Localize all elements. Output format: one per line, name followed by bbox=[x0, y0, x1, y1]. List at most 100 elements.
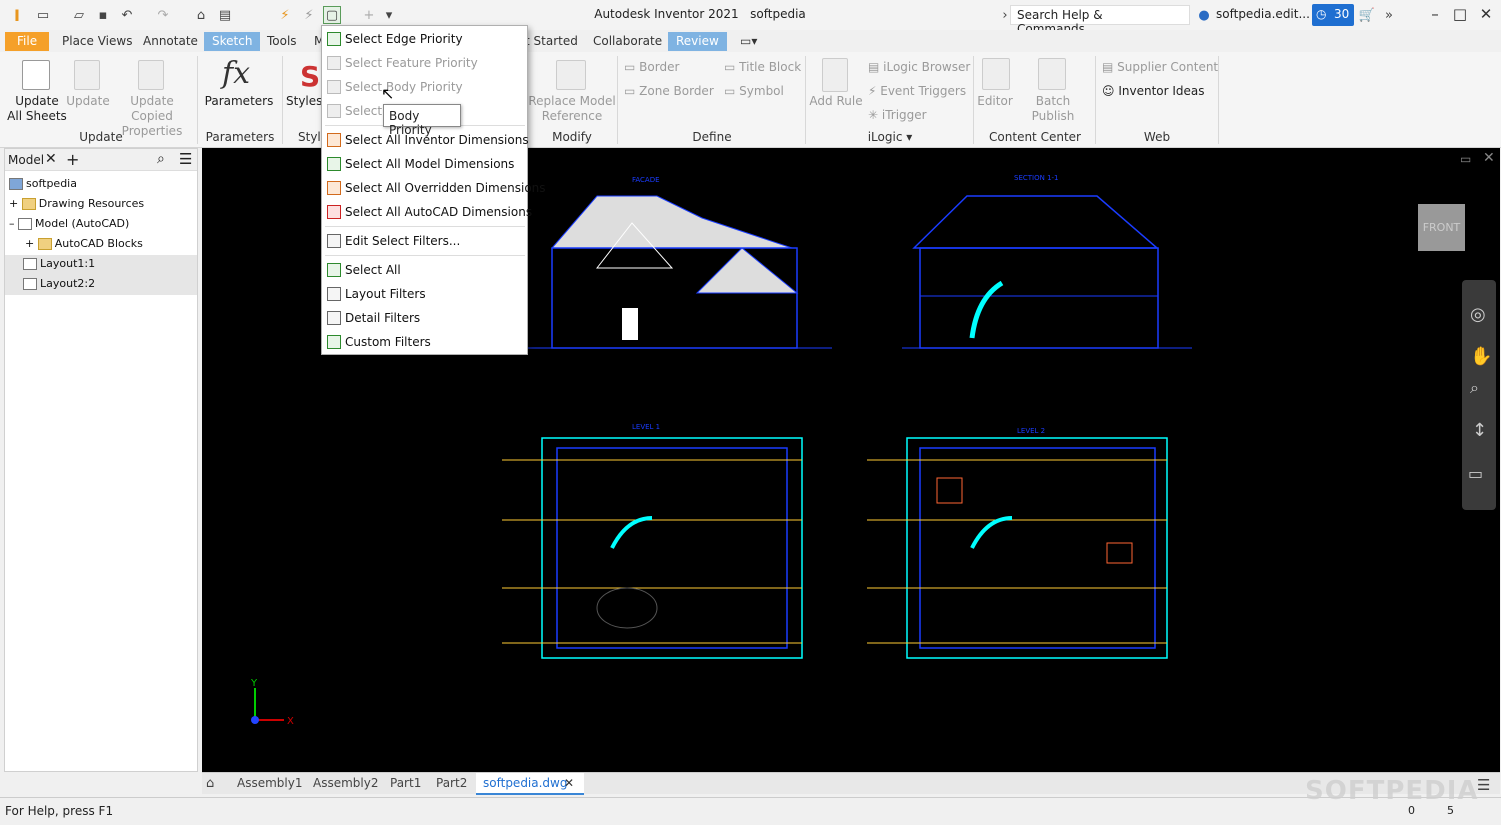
batch-publish-button[interactable]: Batch Publish bbox=[1014, 94, 1092, 124]
tree-item-softpedia[interactable]: softpedia bbox=[9, 177, 77, 190]
parameters-button[interactable]: Parameters bbox=[204, 94, 274, 109]
search-input[interactable]: Search Help & Commands... bbox=[1010, 5, 1190, 36]
itrigger-button[interactable]: ✳ iTrigger bbox=[868, 108, 927, 123]
close-tab-icon[interactable]: ✕ bbox=[564, 776, 574, 790]
title-block-button[interactable]: ▭ Title Block bbox=[724, 60, 801, 75]
new-file-icon[interactable]: ▭ bbox=[34, 6, 52, 24]
update-copied-icon bbox=[138, 60, 164, 90]
undo-icon[interactable]: ↶ bbox=[118, 6, 136, 24]
close-icon[interactable]: ✕ bbox=[45, 151, 57, 167]
menu-item-select-all-overridden-dimensions[interactable]: Select All Overridden Dimensions bbox=[322, 177, 546, 199]
zone-border-button[interactable]: ▭ Zone Border bbox=[624, 84, 714, 99]
inventor-logo-icon[interactable]: I bbox=[8, 6, 26, 25]
restore-view-icon[interactable]: ▭ bbox=[1460, 152, 1471, 166]
open-folder-icon[interactable]: ▱ bbox=[70, 6, 88, 24]
menu-item-layout-filters[interactable]: Layout Filters bbox=[322, 283, 527, 305]
pan-hand-icon[interactable]: ✋ bbox=[1470, 346, 1492, 367]
user-account[interactable]: softpedia.edit... bbox=[1216, 7, 1310, 21]
orbit-icon[interactable]: ↕ bbox=[1472, 420, 1487, 441]
zoom-icon[interactable]: ⌕ bbox=[1470, 378, 1479, 398]
ilogic-browser-button[interactable]: ▤ iLogic Browser bbox=[868, 60, 970, 75]
event-triggers-button[interactable]: ⚡ Event Triggers bbox=[868, 84, 966, 99]
select-filter-icon[interactable]: ▢ bbox=[323, 6, 341, 24]
home-icon[interactable]: ⌂ bbox=[206, 776, 214, 791]
tree-item-layout1[interactable]: Layout1:1 bbox=[5, 255, 197, 275]
tab-get-started[interactable]: t Started bbox=[525, 32, 578, 51]
user-icon[interactable]: ● bbox=[1195, 6, 1213, 24]
menu-item-select-all-model-dimensions[interactable]: Select All Model Dimensions bbox=[322, 153, 527, 175]
tree-item-autocad-blocks[interactable]: + AutoCAD Blocks bbox=[25, 237, 143, 250]
tab-review[interactable]: Review bbox=[668, 32, 727, 51]
filter-icon bbox=[327, 234, 341, 248]
redo-icon[interactable]: ↷ bbox=[154, 6, 172, 24]
add-icon[interactable]: + bbox=[66, 150, 79, 169]
menu-label: Select All AutoCAD Dimensions bbox=[345, 205, 533, 219]
ribbon-display-toggle[interactable]: ▭▾ bbox=[740, 32, 757, 51]
panel-title-ilogic[interactable]: iLogic ▾ bbox=[808, 130, 972, 144]
tab-annotate[interactable]: Annotate bbox=[143, 32, 198, 51]
browser-tab-model[interactable]: Model bbox=[8, 153, 44, 167]
customize-icon[interactable]: ▾ bbox=[380, 6, 398, 24]
close-view-icon[interactable]: ✕ bbox=[1483, 150, 1495, 166]
feature-priority-icon bbox=[327, 56, 341, 70]
doc-tab-part1[interactable]: Part1 bbox=[390, 776, 421, 790]
panel-separator bbox=[1095, 56, 1096, 144]
tree-label: Model (AutoCAD) bbox=[35, 217, 130, 230]
menu-item-select-all[interactable]: Select All bbox=[322, 259, 527, 281]
close-button[interactable]: ✕ bbox=[1476, 5, 1496, 25]
zone-border-icon: ▭ bbox=[624, 84, 640, 98]
update-all-sheets-button[interactable]: Update All Sheets bbox=[6, 94, 68, 124]
tab-file[interactable]: File bbox=[5, 32, 50, 51]
replace-model-reference-button[interactable]: Replace Model Reference bbox=[528, 94, 616, 124]
doc-tab-softpedia-dwg[interactable]: softpedia.dwg bbox=[483, 776, 567, 790]
panel-title-define: Define bbox=[692, 130, 732, 144]
tab-tools[interactable]: Tools bbox=[267, 32, 297, 51]
tab-sketch[interactable]: Sketch bbox=[204, 32, 261, 51]
ucs-axis-indicator: Y X bbox=[250, 678, 294, 727]
tabs-menu-icon[interactable]: ☰ bbox=[1477, 776, 1490, 794]
menu-item-detail-filters[interactable]: Detail Filters bbox=[322, 307, 527, 329]
menu-item-select-all-autocad-dimensions[interactable]: Select All AutoCAD Dimensions bbox=[322, 201, 532, 223]
model-browser: Model ✕ + ⌕ ☰ softpedia + Drawing Resour… bbox=[4, 148, 198, 772]
tree-item-drawing-resources[interactable]: + Drawing Resources bbox=[9, 197, 144, 210]
styles-button[interactable]: Styles bbox=[286, 94, 322, 109]
doc-tab-part2[interactable]: Part2 bbox=[436, 776, 467, 790]
menu-item-custom-filters[interactable]: Custom Filters bbox=[322, 331, 527, 353]
tab-place-views[interactable]: Place Views bbox=[62, 32, 132, 51]
update-button[interactable]: Update bbox=[66, 94, 110, 109]
local-update-icon[interactable]: ⚡ bbox=[300, 6, 318, 24]
menu-item-select-body-priority[interactable]: Select Body Priority bbox=[322, 76, 527, 98]
plus-icon[interactable]: + bbox=[360, 6, 378, 24]
doc-tab-assembly1[interactable]: Assembly1 bbox=[237, 776, 302, 790]
ilogic-browser-icon: ▤ bbox=[868, 60, 884, 74]
add-rule-button[interactable]: Add Rule bbox=[808, 94, 864, 109]
border-button[interactable]: ▭ Border bbox=[624, 60, 679, 75]
trial-badge[interactable]: ◷ 30 bbox=[1312, 4, 1354, 26]
update-icon[interactable]: ⚡ bbox=[276, 6, 294, 24]
expand-icon[interactable]: » bbox=[1380, 6, 1398, 24]
symbol-button[interactable]: ▭ Symbol bbox=[724, 84, 784, 99]
steering-wheel-icon[interactable]: ◎ bbox=[1470, 304, 1486, 325]
cart-icon[interactable]: 🛒 bbox=[1358, 6, 1376, 24]
editor-button[interactable]: Editor bbox=[976, 94, 1014, 109]
doc-tab-assembly2[interactable]: Assembly2 bbox=[313, 776, 378, 790]
look-at-icon[interactable]: ▭ bbox=[1468, 464, 1483, 483]
edge-priority-icon bbox=[327, 32, 341, 46]
folder-icon bbox=[21, 198, 36, 210]
viewcube[interactable]: FRONT bbox=[1418, 204, 1465, 251]
supplier-content-button[interactable]: ▤ Supplier Content bbox=[1102, 60, 1218, 75]
tree-item-layout2[interactable]: Layout2:2 bbox=[5, 275, 197, 295]
save-icon[interactable]: ▪ bbox=[94, 6, 112, 24]
menu-item-edit-select-filters[interactable]: Edit Select Filters... bbox=[322, 230, 527, 252]
menu-icon[interactable]: ☰ bbox=[179, 150, 192, 168]
menu-item-select-edge-priority[interactable]: Select Edge Priority bbox=[322, 28, 527, 50]
maximize-button[interactable]: □ bbox=[1450, 5, 1470, 25]
home-icon[interactable]: ⌂ bbox=[192, 6, 210, 24]
search-icon[interactable]: ⌕ bbox=[157, 151, 165, 167]
tab-collaborate[interactable]: Collaborate bbox=[593, 32, 662, 51]
inventor-ideas-button[interactable]: ☺ Inventor Ideas bbox=[1102, 84, 1205, 99]
minimize-button[interactable]: – bbox=[1425, 5, 1445, 25]
menu-item-select-feature-priority[interactable]: Select Feature Priority bbox=[322, 52, 527, 74]
tree-item-model-autocad[interactable]: – Model (AutoCAD) bbox=[9, 217, 129, 230]
print-icon[interactable]: ▤ bbox=[216, 6, 234, 24]
